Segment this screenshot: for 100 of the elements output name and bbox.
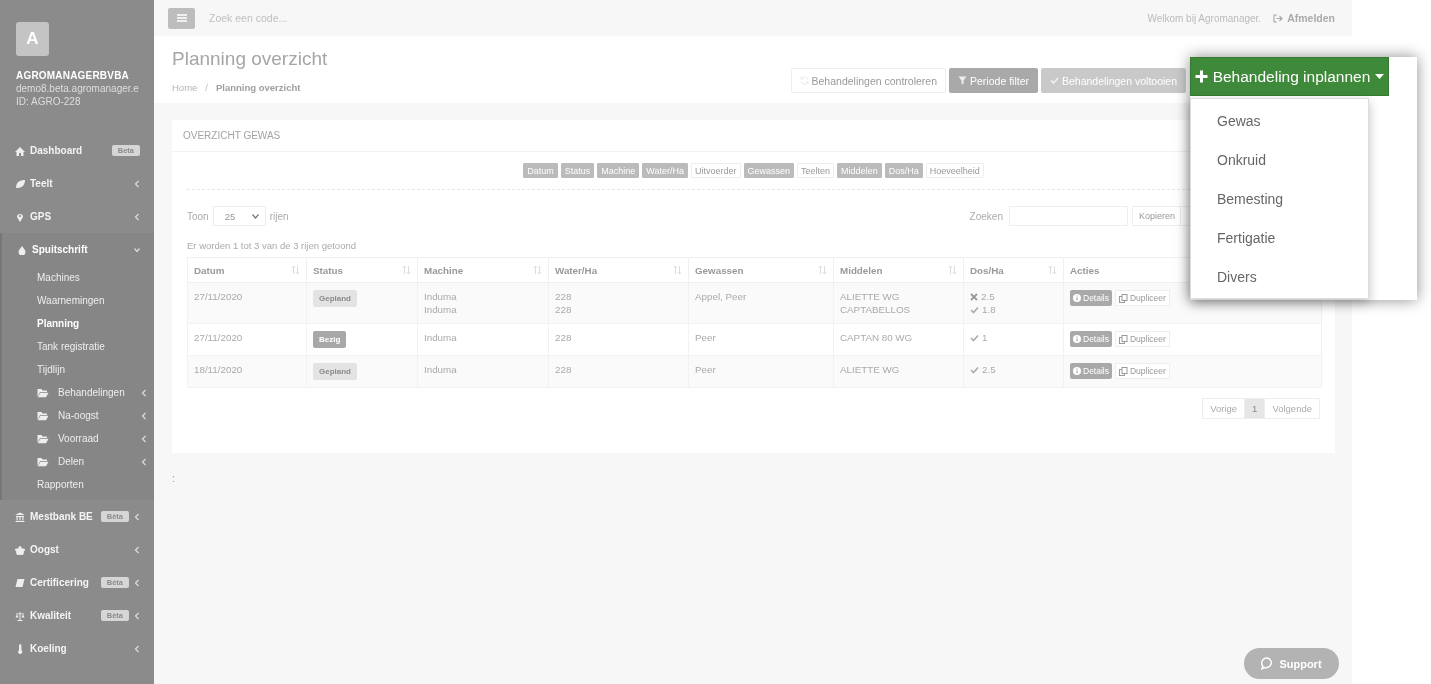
logout-link[interactable]: Afmelden (1273, 12, 1335, 24)
sidebar-subitem[interactable]: Waarnemingen (2, 289, 154, 312)
page-button[interactable]: 1 (1244, 398, 1266, 419)
avatar: A (16, 22, 49, 56)
folder-icon (37, 433, 49, 444)
water-cell-text: 228 (555, 331, 573, 344)
details-button[interactable]: Details (1070, 363, 1112, 379)
column-toggle[interactable]: Datum (523, 163, 558, 178)
duplicate-button[interactable]: Dupliceer (1115, 290, 1170, 306)
sidebar-item[interactable]: GPS (0, 200, 154, 233)
domain-text: demo8.beta.agromanager.e (16, 83, 138, 94)
column-header[interactable]: Acties (1070, 264, 1100, 276)
column-header[interactable]: Status (313, 264, 343, 276)
sidebar-subitem[interactable]: Tank registratie (2, 335, 154, 358)
machine-cell-text: Induma (424, 363, 458, 376)
schedule-button[interactable]: Behandeling inplannen (1190, 57, 1389, 96)
sidebar-subitem[interactable]: Planning (2, 312, 154, 335)
sidebar-subitem[interactable]: Delen (2, 450, 154, 473)
next-button[interactable]: Volgende (1264, 398, 1320, 419)
caret-icon (251, 213, 259, 219)
action-button[interactable]: Behandelingen controleren (790, 68, 947, 93)
chevron-icon (141, 388, 147, 397)
column-header[interactable]: Datum (194, 264, 225, 276)
details-button[interactable]: Details (1070, 331, 1112, 347)
chevron-icon (134, 611, 140, 620)
menu-item[interactable]: Divers (1191, 260, 1368, 293)
search-label: Zoeken (969, 210, 1003, 222)
menu-item[interactable]: Bemesting (1191, 182, 1368, 215)
column-header[interactable]: Gewassen (695, 264, 744, 276)
status-badge: Gepland (313, 363, 357, 380)
column-toggle[interactable]: Hoeveelheid (925, 163, 984, 178)
sidebar-subitem[interactable]: Behandelingen (2, 381, 154, 404)
chevron-icon (134, 578, 140, 587)
chevron-icon (134, 212, 140, 221)
table-info: Er worden 1 tot 3 van de 3 rijen getoond (187, 240, 357, 251)
crop-cell: Appel, Peer (695, 291, 747, 302)
support-button[interactable]: Support (1244, 648, 1339, 679)
column-toggle[interactable]: Uitvoerder (691, 163, 741, 178)
copy-button[interactable]: Kopieren (1131, 206, 1182, 226)
column-header[interactable]: Dos/Ha (970, 264, 1004, 276)
length-label: rijen (269, 210, 289, 222)
drop-icon (17, 244, 27, 255)
menu-button[interactable] (168, 7, 195, 29)
column-toggle[interactable]: Teelten (797, 163, 835, 178)
column-toggle[interactable]: Gewassen (743, 163, 795, 178)
dose-cell: 1 (982, 331, 988, 344)
basket-icon (15, 544, 25, 555)
home-icon (15, 145, 25, 156)
column-header[interactable]: Water/Ha (555, 264, 598, 276)
sidebar-subitem[interactable]: Voorraad (2, 427, 154, 450)
length-label: Toon (187, 210, 209, 222)
menu-item[interactable]: Fertigatie (1191, 221, 1368, 254)
column-toggle[interactable]: Water/Ha (642, 163, 689, 178)
crop-cell: Peer (695, 332, 716, 343)
duplicate-button[interactable]: Dupliceer (1115, 331, 1170, 347)
copy-icon (1119, 293, 1128, 303)
folder-icon (37, 410, 49, 421)
column-toggle[interactable]: Machine (597, 163, 640, 178)
water-cell-text: 228 (555, 290, 573, 303)
breadcrumb-item[interactable]: Home (172, 82, 198, 93)
sidebar-item[interactable]: Spuitschrift (2, 233, 154, 266)
sidebar-item[interactable]: Koeling (0, 632, 154, 665)
sort-icon (948, 265, 957, 275)
sidebar-item[interactable]: Oogst (0, 533, 154, 566)
machine-cell-text: Induma (424, 331, 458, 344)
column-toggle[interactable]: Middelen (837, 163, 882, 178)
sidebar-subitem[interactable]: Rapporten (2, 473, 154, 496)
sort-icon (402, 265, 411, 275)
details-button[interactable]: Details (1070, 290, 1112, 306)
chevron-icon (134, 245, 140, 254)
filter-icon (958, 76, 968, 85)
date-cell: 27/11/2020 (194, 291, 243, 302)
duplicate-button[interactable]: Dupliceer (1115, 363, 1170, 379)
sidebar-item[interactable]: Teelt (0, 167, 154, 200)
thermometer-icon (15, 643, 25, 654)
account-id: ID: AGRO-228 (16, 96, 82, 107)
folder-icon (37, 456, 49, 467)
sort-icon (291, 265, 300, 275)
breadcrumb-separator: / (205, 82, 208, 93)
previous-button[interactable]: Vorige (1202, 398, 1246, 419)
sidebar-subitem[interactable]: Tijdlijn (2, 358, 154, 381)
book-icon (15, 577, 25, 588)
action-button[interactable]: Periode filter (949, 68, 1038, 93)
date-cell: 27/11/2020 (194, 332, 243, 343)
column-toggle[interactable]: Status (560, 163, 595, 178)
column-toggle[interactable]: Dos/Ha (884, 163, 923, 178)
sidebar-subitem[interactable]: Machines (2, 266, 154, 289)
sidebar-subitem[interactable]: Na-oogst (2, 404, 154, 427)
folder-icon (37, 387, 49, 398)
page-size-select[interactable]: 25 (212, 206, 266, 226)
chevron-icon (141, 411, 147, 420)
chevron-icon (134, 644, 140, 653)
water-cell-text: 228 (555, 303, 573, 316)
breadcrumb-item: Planning overzicht (216, 82, 301, 93)
date-cell: 18/11/2020 (194, 364, 243, 375)
chevron-icon (134, 512, 140, 521)
column-header[interactable]: Middelen (840, 264, 883, 276)
column-header[interactable]: Machine (424, 264, 464, 276)
product-cell-text: CAPTABELLOS (840, 303, 912, 316)
plus-icon (1194, 70, 1208, 83)
